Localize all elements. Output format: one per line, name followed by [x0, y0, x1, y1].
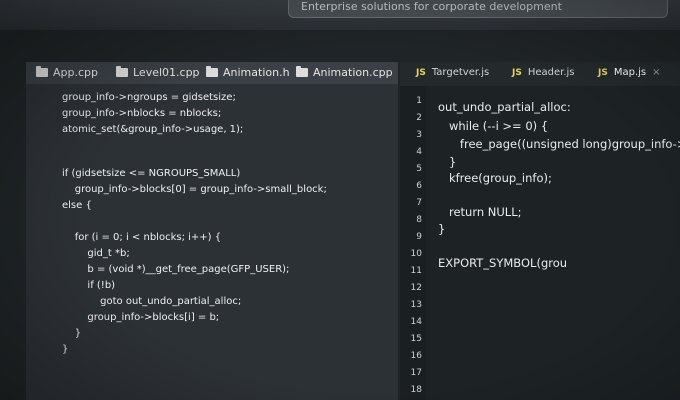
- tab-animation-h[interactable]: Animation.h: [206, 66, 290, 79]
- tab-label: Map.js: [613, 67, 647, 78]
- line-number: 16: [410, 351, 422, 361]
- code-line: free_page((unsigned long)group_info->b: [438, 137, 680, 151]
- background-window-strip: Enterprise solutions for corporate devel…: [0, 0, 680, 30]
- code-line: }: [62, 344, 69, 355]
- code-line: atomic_set(&group_info->usage, 1);: [62, 124, 244, 135]
- folder-icon: [116, 66, 128, 77]
- top-banner: Enterprise solutions for corporate devel…: [288, 0, 668, 18]
- code-line: for (i = 0; i < nblocks; i++) {: [62, 232, 222, 243]
- code-line: goto out_undo_partial_alloc;: [62, 296, 242, 307]
- tab-label: Header.js: [527, 67, 575, 78]
- js-file-icon: JS: [416, 68, 426, 78]
- line-number: 1: [416, 96, 422, 106]
- tab-label: Animation.cpp: [313, 66, 393, 79]
- line-number: 4: [416, 147, 422, 157]
- line-number: 11: [410, 266, 422, 276]
- tab-level01-cpp[interactable]: Level01.cpp: [116, 66, 200, 79]
- line-number: 18: [410, 385, 422, 395]
- code-line: group_info->nblocks = nblocks;: [62, 108, 222, 119]
- line-number: 15: [410, 334, 422, 344]
- tab-label: Animation.h: [223, 66, 290, 79]
- tab-label: Targetver.js: [431, 67, 490, 78]
- tab-app-cpp[interactable]: App.cpp: [36, 66, 98, 79]
- code-line: return NULL;: [438, 205, 522, 219]
- code-line: gid_t *b;: [62, 248, 130, 259]
- right-tab-bar: JS Targetver.js JS Header.js JS Map.js ×: [400, 62, 680, 86]
- line-number-gutter: 1 2 3 4 5 6 7 8 9 10 11 12 13 14 15 16 1…: [400, 86, 426, 400]
- code-line: if (gidsetsize <= NGROUPS_SMALL): [62, 168, 241, 179]
- tab-label: App.cpp: [53, 66, 98, 79]
- code-line: }: [62, 328, 82, 339]
- line-number: 14: [410, 317, 422, 327]
- line-number: 8: [416, 215, 422, 225]
- code-line: group_info->blocks[0] = group_info->smal…: [62, 184, 327, 195]
- js-file-icon: JS: [512, 68, 522, 78]
- tab-animation-cpp[interactable]: Animation.cpp: [296, 66, 393, 79]
- folder-icon: [36, 66, 48, 77]
- folder-icon: [206, 66, 218, 77]
- line-number: 9: [416, 232, 422, 242]
- code-line: }: [438, 222, 446, 236]
- left-code-area[interactable]: group_info->ngroups = gidsetsize; group_…: [26, 84, 398, 400]
- tab-targetver-js[interactable]: JS Targetver.js: [416, 67, 489, 78]
- line-number: 2: [416, 113, 422, 123]
- tab-header-js[interactable]: JS Header.js: [512, 67, 575, 78]
- line-number: 13: [410, 300, 422, 310]
- line-number: 7: [416, 198, 422, 208]
- js-file-icon: JS: [598, 68, 608, 78]
- code-line: kfree(group_info);: [438, 171, 552, 185]
- tab-map-js[interactable]: JS Map.js ×: [598, 67, 661, 78]
- close-icon[interactable]: ×: [652, 67, 660, 78]
- code-line: b = (void *)__get_free_page(GFP_USER);: [62, 264, 290, 275]
- line-number: 17: [410, 368, 422, 378]
- code-line: while (--i >= 0) {: [438, 119, 549, 133]
- line-number: 5: [416, 164, 422, 174]
- code-line: out_undo_partial_alloc:: [438, 100, 571, 114]
- code-line: EXPORT_SYMBOL(grou: [438, 256, 568, 270]
- line-number: 10: [410, 249, 422, 259]
- line-number: 12: [410, 283, 422, 293]
- folder-icon: [296, 66, 308, 77]
- code-line: if (!b): [62, 280, 116, 291]
- code-line: else {: [62, 200, 92, 211]
- code-line: group_info->blocks[i] = b;: [62, 312, 220, 323]
- line-number: 6: [416, 181, 422, 191]
- line-number: 3: [416, 130, 422, 140]
- code-line: group_info->ngroups = gidsetsize;: [62, 92, 236, 103]
- code-line: }: [438, 155, 457, 169]
- left-tab-bar: App.cpp Level01.cpp Animation.h Animatio…: [26, 62, 398, 84]
- tab-label: Level01.cpp: [133, 66, 200, 79]
